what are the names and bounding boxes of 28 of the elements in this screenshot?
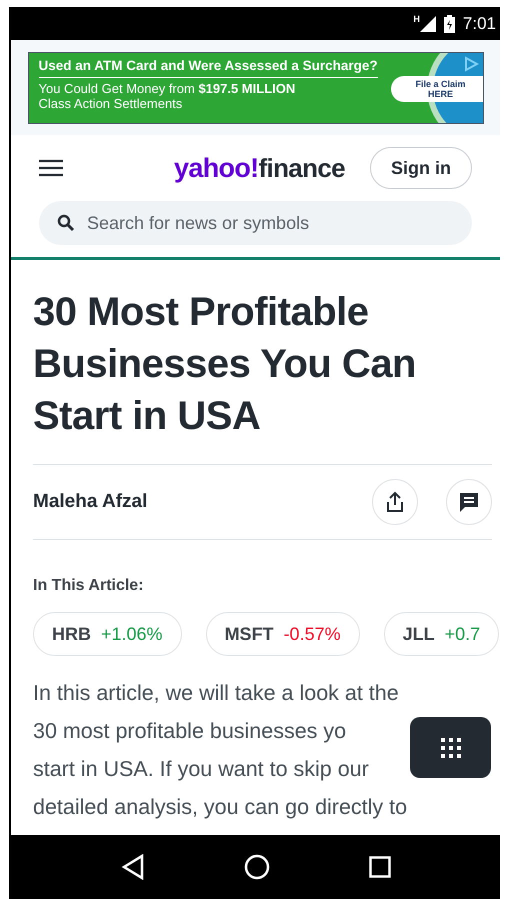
ad-text: You Could Get Money from $197.5 MILLION	[38, 80, 296, 96]
article-title: 30 Most Profitable Businesses You Can Start in USA	[33, 289, 417, 440]
paragraph-line: 30 most profitable businesses yo	[33, 718, 346, 745]
paragraph-line: detailed analysis, you can go directly to	[33, 794, 408, 821]
author-name[interactable]: Maleha Afzal	[33, 488, 148, 516]
ticker-symbol: JLL	[402, 622, 435, 646]
clock: 7:01	[462, 12, 496, 35]
ad-headline: Used an ATM Card and Were Assessed a Surcharge?	[38, 56, 378, 78]
ad-banner[interactable]: Used an ATM Card and Were Assessed a Surcharge? You Could Get Money from $197.5 MILLION Class Action Settlements File a Claim HERE	[28, 52, 484, 124]
logo-section: finance	[258, 148, 345, 188]
logo[interactable]: yahoo!finance	[174, 148, 345, 188]
paragraph-line: In this article, we will take a look at the	[33, 680, 399, 707]
claim-button[interactable]: File a Claim HERE	[390, 76, 482, 102]
sign-in-button[interactable]: Sign in	[370, 147, 472, 189]
ticker-chip[interactable]: HRB +1.06%	[33, 612, 182, 656]
ad-text: Class Action Settlements	[38, 96, 184, 111]
ticker-symbol: MSFT	[224, 622, 274, 646]
ticker-chip[interactable]: JLL +0.7	[384, 612, 500, 656]
ticker-chip[interactable]: MSFT -0.57%	[206, 612, 360, 656]
logo-brand: yahoo!	[174, 152, 258, 185]
tickers-label: In This Article:	[33, 576, 145, 596]
ticker-symbol: HRB	[52, 622, 91, 646]
ticker-change: -0.57%	[284, 622, 341, 646]
search-field[interactable]: Search for news or symbols	[39, 201, 472, 245]
ticker-change: +1.06%	[101, 622, 163, 646]
paragraph-line: start in USA. If you want to skip our	[33, 756, 369, 783]
network-type: H	[413, 12, 420, 26]
ticker-change: +0.7	[444, 622, 480, 646]
